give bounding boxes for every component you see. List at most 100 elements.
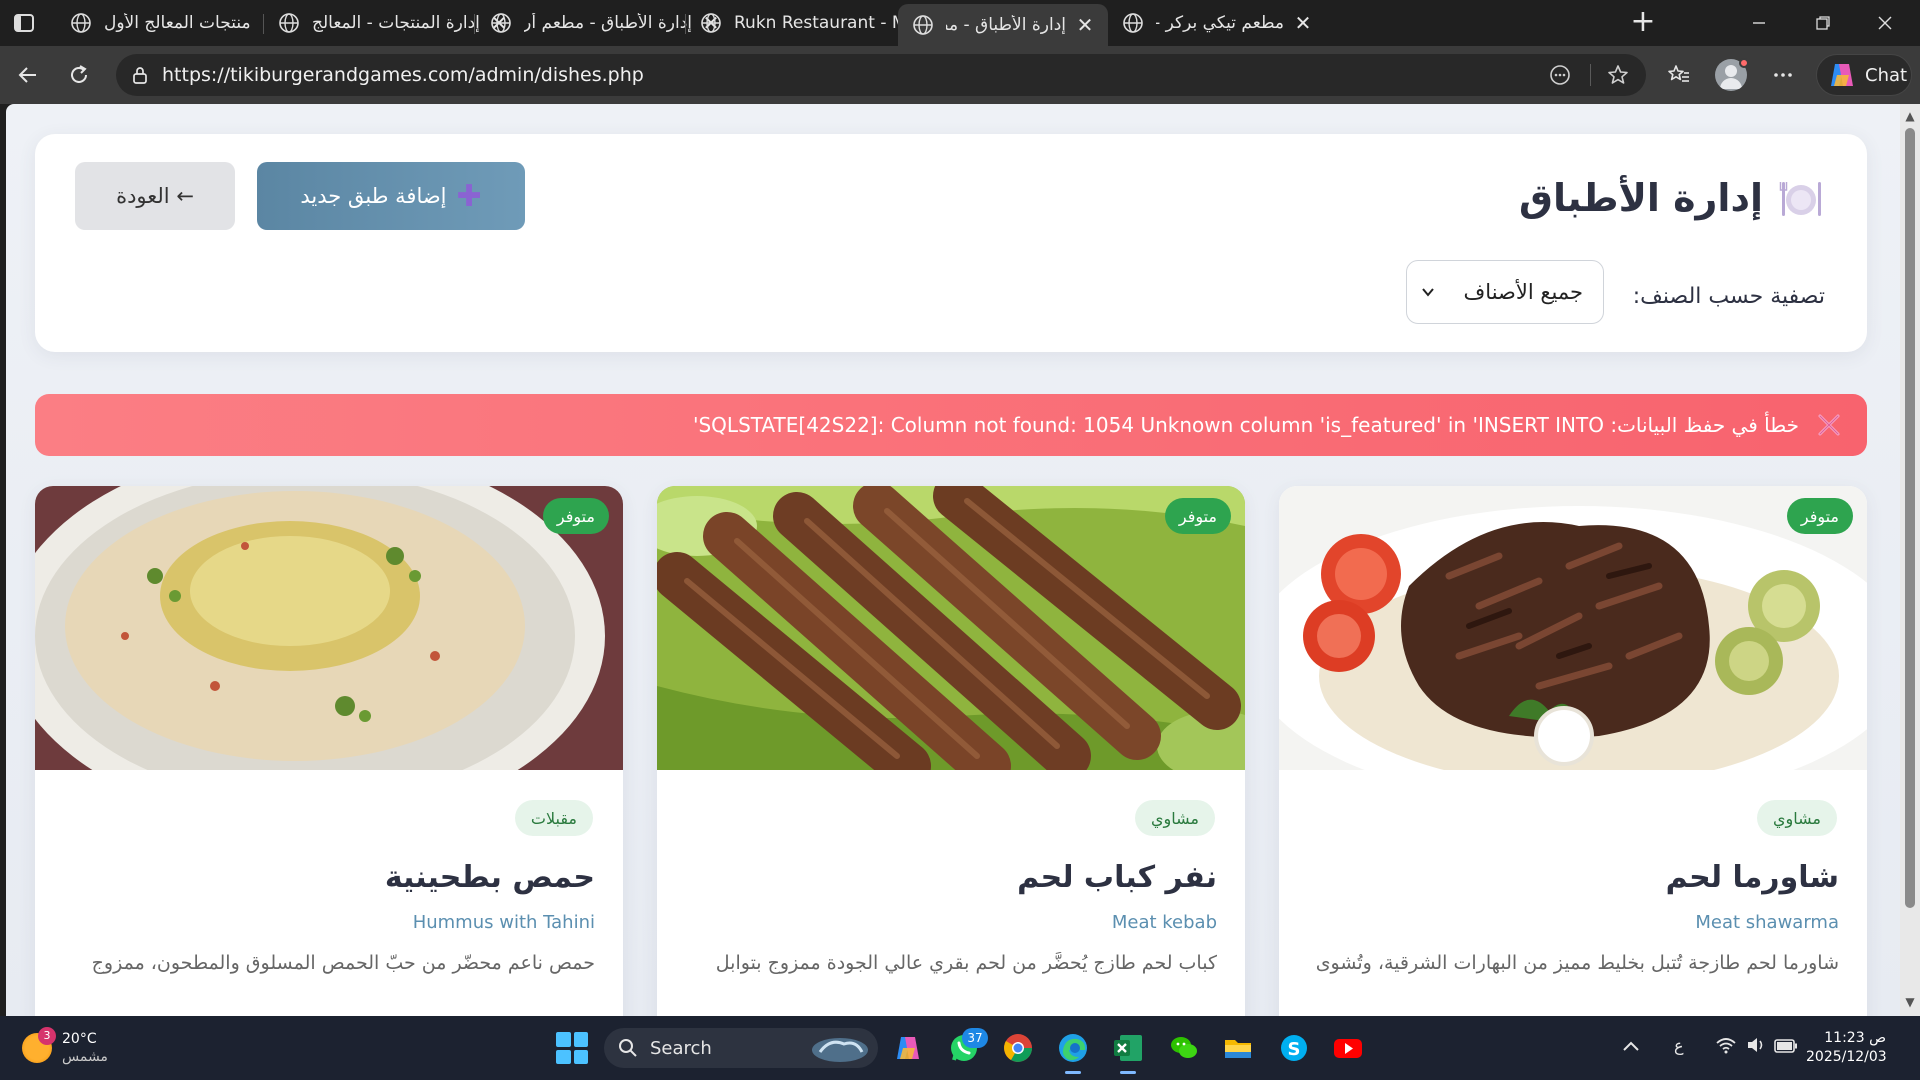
page-scrollbar[interactable]: ▲ ▼	[1900, 104, 1920, 1016]
plate-cutlery-icon	[1779, 182, 1821, 216]
category-filter-select[interactable]: جميع الأصناف	[1406, 260, 1604, 324]
address-bar[interactable]: https://tikiburgerandgames.com/admin/dis…	[116, 54, 1646, 96]
more-options-icon[interactable]	[1768, 60, 1798, 90]
chat-label: Chat	[1865, 64, 1908, 86]
copilot-app-icon[interactable]	[890, 1030, 926, 1066]
chrome-icon[interactable]	[1000, 1030, 1036, 1066]
copilot-icon	[1831, 64, 1853, 86]
youtube-icon[interactable]	[1330, 1030, 1366, 1066]
omnibox-separator	[1590, 64, 1591, 86]
category-badge: مقبلات	[514, 800, 593, 836]
dish-name: حمص بطحينية	[384, 860, 595, 895]
dish-card[interactable]: متوفر مشاوي شاورما لحم Meat shawarma شاو…	[1279, 486, 1867, 1016]
browser-tab-strip: منتجات المعالج الأول إدارة المنتجات - ال…	[0, 0, 1920, 46]
dish-name-en: Hummus with Tahini	[412, 912, 595, 933]
input-language[interactable]: ع	[1674, 1036, 1684, 1055]
weather-desc: مشمس	[62, 1049, 108, 1065]
browser-tab-active[interactable]: إدارة الأطباق - مطعم أرز ✕	[898, 4, 1108, 46]
availability-badge: متوفر	[1164, 498, 1231, 534]
speaker-icon[interactable]	[1746, 1036, 1766, 1058]
close-window-button[interactable]	[1850, 0, 1920, 46]
show-hidden-icons[interactable]	[1622, 1038, 1640, 1057]
globe-icon	[279, 13, 299, 33]
page-viewport: إدارة الأطباق ✚ إضافة طبق جديد ← العودة …	[6, 104, 1900, 1016]
browser-tab[interactable]: مطعم تيكي بركر - Menu ✕	[1108, 0, 1326, 46]
back-arrow-icon[interactable]	[13, 60, 43, 90]
category-badge: مشاوي	[1757, 800, 1837, 836]
hummus-bowl-image	[35, 486, 623, 770]
shawarma-plate-image	[1279, 486, 1867, 770]
weather-widget[interactable]: 3 20°C مشمس	[22, 1027, 108, 1066]
refresh-icon[interactable]	[64, 60, 94, 90]
wechat-icon[interactable]	[1166, 1030, 1202, 1066]
scroll-down-icon[interactable]: ▼	[1904, 996, 1916, 1008]
battery-icon[interactable]	[1774, 1038, 1798, 1057]
svg-text:S: S	[1288, 1039, 1301, 1060]
dish-name: نفر كباب لحم	[1017, 860, 1217, 895]
file-explorer-icon[interactable]	[1220, 1030, 1256, 1066]
error-alert: خطأ في حفظ البيانات: SQLSTATE[42S22]: Co…	[35, 394, 1867, 456]
tab-actions-icon[interactable]	[10, 9, 38, 37]
search-icon	[619, 1039, 637, 1057]
globe-icon	[913, 15, 933, 35]
minimize-button[interactable]	[1724, 0, 1794, 46]
scrollbar-thumb[interactable]	[1905, 128, 1915, 908]
reading-mode-icon[interactable]	[1548, 63, 1572, 87]
windows-start-icon[interactable]	[556, 1032, 588, 1064]
header-card: إدارة الأطباق ✚ إضافة طبق جديد ← العودة …	[35, 134, 1867, 352]
chevron-down-icon	[1422, 288, 1434, 297]
windows-taskbar: 3 20°C مشمس Search 37 S ع 11:23 ص 2025/1…	[0, 1016, 1920, 1080]
taskbar-search[interactable]: Search	[604, 1028, 878, 1068]
favorites-icon[interactable]	[1664, 60, 1694, 90]
sun-icon: 3	[22, 1027, 56, 1063]
scroll-up-icon[interactable]: ▲	[1904, 110, 1916, 122]
availability-badge: متوفر	[1786, 498, 1853, 534]
globe-icon	[701, 13, 721, 33]
error-x-icon[interactable]	[1817, 413, 1841, 437]
add-dish-button[interactable]: ✚ إضافة طبق جديد	[257, 162, 525, 230]
copilot-chat-button[interactable]: Chat	[1816, 54, 1912, 96]
dish-card[interactable]: متوفر مقبلات حمص بطحينية Hummus with Tah…	[35, 486, 623, 1016]
globe-icon	[71, 13, 91, 33]
globe-icon	[1123, 13, 1143, 33]
plus-icon: ✚	[456, 178, 482, 214]
skype-icon[interactable]: S	[1276, 1030, 1312, 1066]
dish-name: شاورما لحم	[1665, 860, 1839, 895]
availability-badge: متوفر	[542, 498, 609, 534]
excel-icon[interactable]	[1110, 1030, 1146, 1074]
dish-card[interactable]: متوفر مشاوي نفر كباب لحم Meat kebab كباب…	[657, 486, 1245, 1016]
dish-name-en: Meat shawarma	[1695, 912, 1839, 933]
close-tab-icon[interactable]: ✕	[1294, 11, 1312, 35]
add-dish-label: إضافة طبق جديد	[300, 184, 447, 208]
filter-selected-value: جميع الأصناف	[1463, 280, 1583, 304]
filter-label: تصفية حسب الصنف:	[1632, 284, 1825, 309]
dish-description: شاورما لحم طازجة تُتبل بخليط مميز من الب…	[1315, 952, 1839, 974]
globe-icon	[491, 13, 511, 33]
favorite-star-icon[interactable]	[1606, 63, 1630, 87]
taskbar-clock[interactable]: 11:23 ص 2025/12/03	[1806, 1029, 1887, 1067]
back-button[interactable]: ← العودة	[75, 162, 235, 230]
tab-title: Rukn Restaurant - Menu	[734, 13, 902, 33]
new-tab-button[interactable]: +	[1628, 7, 1658, 38]
back-label: ← العودة	[116, 184, 194, 208]
dish-description: حمص ناعم محضّر من حبّ الحمص المسلوق والم…	[91, 952, 595, 974]
weather-temp: 20°C	[62, 1031, 97, 1047]
tab-title: إدارة الأطباق - مطعم أرز	[524, 13, 692, 33]
dish-description: كباب لحم طازج يُحضَّر من لحم بقري عالي ا…	[715, 952, 1217, 974]
tab-title: مطعم تيكي بركر - Menu	[1156, 13, 1284, 33]
search-highlight-icon	[812, 1038, 868, 1062]
restore-button[interactable]	[1788, 0, 1858, 46]
clock-time: 11:23 ص	[1824, 1030, 1886, 1046]
browser-toolbar: https://tikiburgerandgames.com/admin/dis…	[0, 46, 1920, 104]
tab-title: إدارة المنتجات - المعالج	[312, 13, 480, 33]
error-message: خطأ في حفظ البيانات: SQLSTATE[42S22]: Co…	[692, 413, 1799, 437]
category-badge: مشاوي	[1135, 800, 1215, 836]
site-info-icon[interactable]	[130, 65, 150, 85]
search-label: Search	[650, 1037, 712, 1059]
profile-notification-dot	[1739, 58, 1749, 68]
close-tab-icon[interactable]: ✕	[1076, 13, 1094, 37]
tab-separator	[474, 14, 475, 34]
wifi-icon[interactable]	[1716, 1036, 1736, 1058]
edge-browser-icon[interactable]	[1055, 1030, 1091, 1074]
url-text: https://tikiburgerandgames.com/admin/dis…	[162, 64, 644, 86]
